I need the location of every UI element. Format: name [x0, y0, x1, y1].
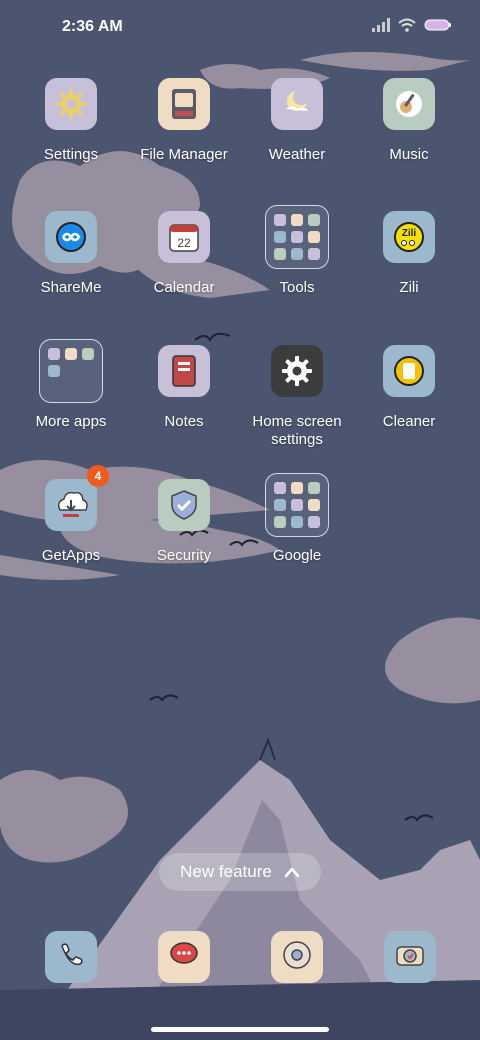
- dock-camera[interactable]: [384, 931, 436, 983]
- folder-mini-icon: [274, 248, 286, 260]
- notification-badge: 4: [87, 465, 109, 487]
- chevron-up-icon: [284, 867, 300, 878]
- app-label: Google: [272, 547, 322, 564]
- folder-mini-icon: [274, 231, 286, 243]
- folder-mini-icon: [308, 231, 320, 243]
- gear-icon: [45, 78, 97, 130]
- app-calendar[interactable]: 22 Calendar: [128, 211, 240, 297]
- camera-icon: [393, 938, 427, 977]
- folder-mini-icon: [291, 516, 303, 528]
- app-label: Music: [389, 146, 429, 163]
- app-notes[interactable]: Notes: [128, 345, 240, 431]
- cloud-download-icon: 4: [45, 465, 109, 531]
- app-label: File Manager: [140, 146, 228, 163]
- folder-mini-icon: [274, 214, 286, 226]
- folder-mini-icon: [308, 482, 320, 494]
- folder-mini-icon: [291, 499, 303, 511]
- home-indicator[interactable]: [151, 1027, 329, 1032]
- svg-text:22: 22: [177, 236, 191, 250]
- folder-mini-icon: [308, 516, 320, 528]
- guitar-icon: [383, 78, 435, 130]
- gear-icon: [271, 345, 323, 397]
- status-bar: 2:36 AM: [0, 0, 480, 56]
- app-file-manager[interactable]: File Manager: [128, 78, 240, 164]
- app-label: More apps: [35, 413, 107, 430]
- dock-phone[interactable]: [45, 931, 97, 983]
- app-label: Cleaner: [382, 413, 436, 430]
- folder-icon: [39, 339, 103, 403]
- status-time: 2:36 AM: [62, 18, 123, 35]
- chat-bubbles-icon: [167, 938, 201, 977]
- folder-mini-icon: [48, 365, 60, 377]
- folder-icon: [265, 205, 329, 269]
- new-feature-button[interactable]: New feature: [159, 853, 321, 891]
- new-feature-label: New feature: [180, 862, 272, 881]
- app-label: Home screen settings: [252, 413, 342, 448]
- folder-icon: [265, 473, 329, 537]
- app-home-screen-settings[interactable]: Home screen settings: [241, 345, 353, 449]
- signal-icon: [372, 18, 390, 32]
- app-cleaner[interactable]: Cleaner: [353, 345, 465, 431]
- folder-mini-icon: [274, 482, 286, 494]
- folder-mini-icon: [291, 214, 303, 226]
- folder-mini-icon: [291, 248, 303, 260]
- dock-chrome[interactable]: [271, 931, 323, 983]
- folder-mini-icon: [291, 482, 303, 494]
- folder-mini-icon: [65, 348, 77, 360]
- folder-mini-icon: [274, 516, 286, 528]
- status-icons: [372, 18, 452, 32]
- app-label: GetApps: [41, 547, 101, 564]
- app-settings[interactable]: Settings: [15, 78, 127, 164]
- folder-mini-icon: [48, 348, 60, 360]
- app-getapps[interactable]: 4 GetApps: [15, 465, 127, 565]
- trash-bin-icon: [383, 345, 435, 397]
- calendar-icon: 22: [158, 211, 210, 263]
- app-zili[interactable]: Zili Zili: [353, 211, 465, 297]
- app-label: Settings: [43, 146, 99, 163]
- battery-icon: [424, 19, 451, 31]
- wifi-icon: [398, 18, 416, 32]
- folder-mini-icon: [308, 214, 320, 226]
- app-music[interactable]: Music: [353, 78, 465, 164]
- app-weather[interactable]: Weather: [241, 78, 353, 164]
- app-security[interactable]: Security: [128, 479, 240, 565]
- weather-moon-icon: [271, 78, 323, 130]
- app-label: Zili: [399, 279, 419, 296]
- notebook-icon: [158, 345, 210, 397]
- svg-text:Zili: Zili: [402, 228, 417, 239]
- app-google[interactable]: Google: [241, 473, 353, 565]
- chrome-icon: [280, 938, 314, 977]
- app-more-apps[interactable]: More apps: [15, 339, 127, 431]
- app-shareme[interactable]: ShareMe: [15, 211, 127, 297]
- folder-mini-icon: [308, 248, 320, 260]
- folder-mini-icon: [308, 499, 320, 511]
- shield-check-icon: [158, 479, 210, 531]
- dock-messaging[interactable]: [158, 931, 210, 983]
- folder-mini-icon: [291, 231, 303, 243]
- folder-mini-icon: [274, 499, 286, 511]
- folder-mini-icon: [82, 348, 94, 360]
- app-label: ShareMe: [40, 279, 102, 296]
- app-tools[interactable]: Tools: [241, 205, 353, 297]
- app-label: Notes: [164, 413, 204, 430]
- app-label: Security: [156, 547, 212, 564]
- app-label: Weather: [268, 146, 326, 163]
- app-label: Calendar: [153, 279, 215, 296]
- zili-icon: Zili: [383, 211, 435, 263]
- phone-icon: [54, 938, 88, 977]
- shareme-icon: [45, 211, 97, 263]
- file-manager-icon: [158, 78, 210, 130]
- app-label: Tools: [279, 279, 315, 296]
